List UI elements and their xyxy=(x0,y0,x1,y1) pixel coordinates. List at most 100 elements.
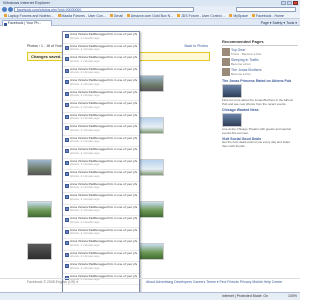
photo-tag-icon xyxy=(64,80,69,84)
favorite-icon xyxy=(109,14,113,18)
photo-tag-icon xyxy=(64,68,69,73)
photo-tag-icon xyxy=(64,172,69,176)
photo-tag-icon xyxy=(64,149,69,153)
notification-item[interactable]: Anna Victoria Padilla tagged him in one … xyxy=(63,182,139,193)
notification-item[interactable]: Anna Victoria Padilla tagged him in one … xyxy=(63,32,139,44)
photo-tag-icon xyxy=(64,103,69,107)
notification-item[interactable]: Anna Victoria Padilla tagged him in one … xyxy=(63,193,139,205)
search-input[interactable] xyxy=(236,7,296,12)
notification-item[interactable]: Anna Victoria Padilla tagged him in one … xyxy=(63,113,139,124)
ad-image[interactable] xyxy=(222,84,242,98)
minimize-icon[interactable] xyxy=(281,1,286,5)
notification-time: photos. 2 minutes ago xyxy=(70,174,100,178)
notification-time: photos. 2 minutes ago xyxy=(70,243,100,247)
photo-thumbnail[interactable] xyxy=(139,201,164,218)
photo-thumbnail[interactable] xyxy=(139,159,164,176)
maximize-icon[interactable] xyxy=(287,1,292,5)
notification-item[interactable]: Anna Victoria Padilla tagged him in one … xyxy=(63,90,139,101)
notification-time: photos. 2 minutes ago xyxy=(70,151,100,155)
notification-time: photos. 2 minutes ago xyxy=(70,105,100,109)
photo-tag-icon xyxy=(64,264,69,268)
status-bar: Internet | Protected Mode: On 100% xyxy=(0,292,300,300)
notification-item[interactable]: Anna Victoria Padilla tagged him in one … xyxy=(63,216,139,228)
notification-item[interactable]: Anna Victoria Padilla tagged him in one … xyxy=(63,101,139,113)
favorite-link[interactable]: Gmail xyxy=(109,14,123,18)
right-sidebar: Recommended Pages Top Gear 5 fans · Beco… xyxy=(222,39,298,279)
notification-item[interactable]: Anna Victoria Padilla tagged him in one … xyxy=(63,55,139,67)
favorite-icon xyxy=(229,14,233,18)
close-icon[interactable] xyxy=(293,1,298,5)
favorite-link[interactable]: Laptop Forums and Notebo... xyxy=(4,14,54,18)
zoom-level[interactable]: 100% xyxy=(288,293,297,300)
photo-thumbnail[interactable] xyxy=(139,75,164,92)
ad-text: Find out more about the Jonas Brothers i… xyxy=(222,98,294,106)
notification-item[interactable]: Anna Victoria Padilla tagged him in one … xyxy=(63,67,139,78)
photo-tag-icon xyxy=(64,160,69,165)
photo-tag-icon xyxy=(64,137,69,142)
photo-tag-icon xyxy=(64,206,69,211)
tab-bar: Facebook | Your Ph... Page ▾ Safety ▾ To… xyxy=(0,19,300,26)
security-zone: Internet | Protected Mode: On xyxy=(222,294,269,298)
favorite-link[interactable]: MySpace xyxy=(229,14,248,18)
notification-time: photos. 2 minutes ago xyxy=(70,197,100,201)
notification-item[interactable]: Anna Victoria Padilla tagged him in one … xyxy=(63,251,139,262)
recommended-page[interactable]: Top Gear 5 fans · Become a Fan xyxy=(222,48,298,57)
favorite-icon xyxy=(126,14,130,18)
notification-time: photos. 2 minutes ago xyxy=(70,186,100,189)
ad-image[interactable] xyxy=(222,113,242,128)
back-icon[interactable] xyxy=(2,7,7,12)
notification-time: photos. 2 minutes ago xyxy=(70,220,100,224)
notification-item[interactable]: Anna Victoria Padilla tagged him in one … xyxy=(63,44,139,55)
notification-item[interactable]: Anna Victoria Padilla tagged him in one … xyxy=(63,136,139,147)
photo-thumbnail[interactable] xyxy=(139,117,164,134)
back-to-photos-link[interactable]: Back to Photos xyxy=(184,44,208,48)
photo-thumbnail[interactable] xyxy=(27,201,52,218)
notification-item[interactable]: Anna Victoria Padilla tagged him in one … xyxy=(63,228,139,239)
page-viewport: Photos ‹ 1 - 16 of Your Photos Back to P… xyxy=(0,26,300,292)
notification-time: photos. 2 minutes ago xyxy=(70,71,100,74)
favorite-icon xyxy=(251,14,255,18)
notifications-dropdown: Anna Victoria Padilla tagged him in one … xyxy=(62,31,140,292)
notification-item[interactable]: Anna Victoria Padilla tagged him in one … xyxy=(63,124,139,136)
notification-item[interactable]: Anna Victoria Padilla tagged him in one … xyxy=(63,170,139,182)
address-bar-area: facebook.com/photos.php?pid=00000000 xyxy=(0,6,300,13)
photo-thumbnail[interactable] xyxy=(27,243,52,260)
ad-title[interactable]: The Jonas Princess Rated on Athens Pub xyxy=(222,79,298,83)
notification-time: photos. 2 minutes ago xyxy=(70,36,100,40)
favorite-link[interactable]: JDS Forum - User Control ... xyxy=(177,14,225,18)
favorite-link[interactable]: Facebook - Home xyxy=(251,14,284,18)
page-thumbnail xyxy=(222,68,230,76)
photo-thumbnail[interactable] xyxy=(139,243,164,260)
favorite-icon xyxy=(57,14,61,18)
notification-item[interactable]: Anna Victoria Padilla tagged him in one … xyxy=(63,239,139,251)
notification-time: photos. 2 minutes ago xyxy=(70,266,100,270)
notification-item[interactable]: Anna Victoria Padilla tagged him in one … xyxy=(63,262,139,274)
photo-tag-icon xyxy=(64,91,69,96)
ad-title[interactable]: Chicago Wanted Ness xyxy=(222,108,298,112)
notification-item[interactable]: Anna Victoria Padilla tagged him in one … xyxy=(63,159,139,170)
recommended-page[interactable]: Sleeping in Traffic Become a Fan xyxy=(222,58,298,67)
notification-item[interactable]: Anna Victoria Padilla tagged him in one … xyxy=(63,78,139,90)
photo-tag-icon xyxy=(64,126,69,130)
window-title: Windows Internet Explorer xyxy=(3,0,50,5)
photo-tag-icon xyxy=(64,252,69,257)
photo-tag-icon xyxy=(64,183,69,188)
notification-time: photos. 2 minutes ago xyxy=(70,163,100,166)
forward-icon[interactable] xyxy=(8,7,13,12)
photo-tag-icon xyxy=(64,241,69,245)
notification-item[interactable]: Anna Victoria Padilla tagged him in one … xyxy=(63,147,139,159)
address-input[interactable]: facebook.com/photos.php?pid=00000000 xyxy=(14,7,194,12)
notification-time: photos. 2 minutes ago xyxy=(70,117,100,120)
photo-tag-icon xyxy=(64,195,69,199)
notification-time: photos. 2 minutes ago xyxy=(70,48,100,51)
favorite-link[interactable]: Mazda Forums - User Con... xyxy=(57,14,106,18)
favorite-link[interactable]: Amazon.com Gold Box N... xyxy=(126,14,173,18)
photo-thumbnail[interactable] xyxy=(27,159,52,176)
photo-tag-icon xyxy=(64,57,69,61)
photo-tag-icon xyxy=(64,34,69,38)
favorite-icon xyxy=(177,14,181,18)
footer-links[interactable]: About Advertising Developers Careers Ter… xyxy=(146,280,282,284)
command-bar[interactable]: Page ▾ Safety ▾ Tools ▾ xyxy=(261,21,297,25)
notification-item[interactable]: Anna Victoria Padilla tagged him in one … xyxy=(63,205,139,216)
recommended-page[interactable]: The Jonas Brothers Become a Fan xyxy=(222,68,298,77)
